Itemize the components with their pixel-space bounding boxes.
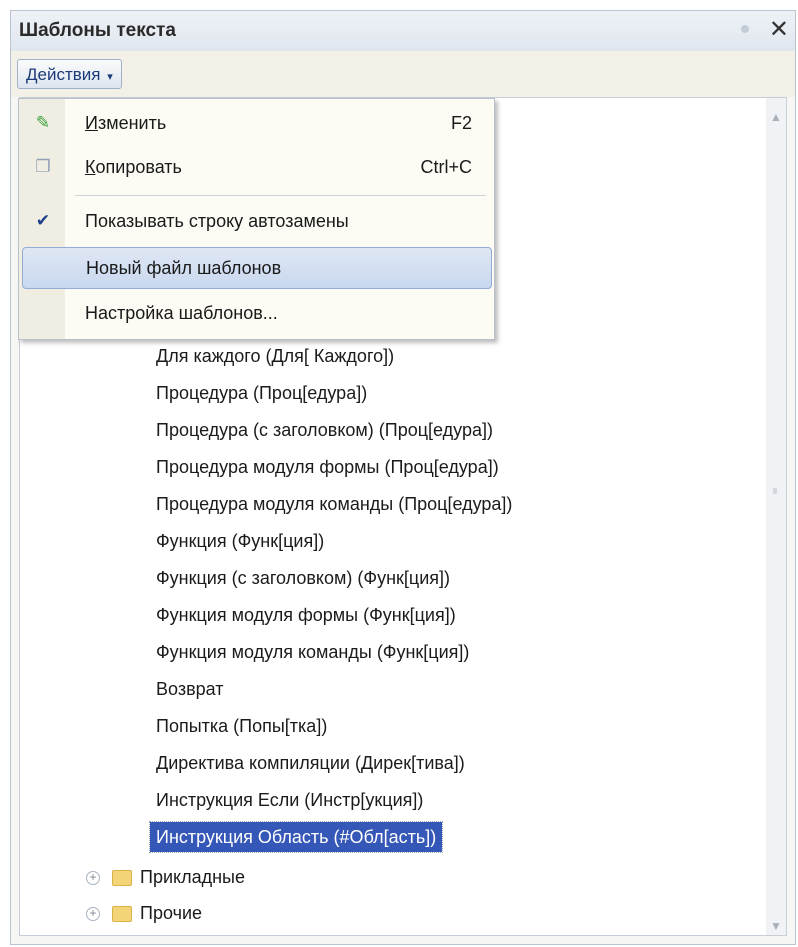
menu-shortcut: F2	[450, 113, 472, 133]
chevron-down-icon: ▾	[107, 71, 113, 83]
vertical-scrollbar[interactable]: ▲ ▼	[766, 97, 787, 936]
folder-icon	[112, 870, 132, 887]
menu-item-copy[interactable]: ❐ Копировать Ctrl+C	[19, 147, 494, 187]
menu-item-show-autoreplace[interactable]: ✔ Показывать строку автозамены	[19, 201, 494, 241]
menu-label: Настройка шаблонов...	[85, 303, 278, 323]
tree-item[interactable]: Процедура модуля команды (Проц[едура])	[156, 489, 512, 519]
folder-label: Прочие	[140, 903, 203, 923]
tree-item[interactable]: Для каждого (Для[ Каждого])	[156, 341, 394, 371]
pencil-icon: ✎	[35, 113, 51, 132]
folder-label: Прикладные	[140, 867, 245, 887]
tree-item[interactable]: Директива компиляции (Дирек[тива])	[156, 748, 465, 778]
folder-icon	[112, 906, 132, 923]
tree-item[interactable]: Попытка (Попы[тка])	[156, 711, 327, 741]
actions-button-label: Действия	[26, 65, 101, 84]
tree-item[interactable]: Процедура (Проц[едура])	[156, 378, 367, 408]
expand-icon[interactable]: +	[86, 871, 100, 886]
tree-item[interactable]: Функция (Функ[ция])	[156, 526, 324, 556]
copy-icon: ❐	[35, 157, 51, 176]
menu-separator	[75, 195, 486, 196]
menu-label: опировать	[95, 157, 182, 177]
close-icon[interactable]: ✕	[769, 15, 789, 44]
checkmark-icon: ✔	[35, 211, 51, 230]
panel-title: Шаблоны текста	[19, 20, 176, 41]
menu-label-accel: И	[85, 113, 98, 133]
pin-icon[interactable]	[741, 25, 749, 33]
folder-prochie[interactable]: + Прочие	[86, 898, 202, 928]
tree-item[interactable]: Процедура (с заголовком) (Проц[едура])	[156, 415, 493, 445]
scroll-down-icon[interactable]: ▼	[770, 919, 782, 933]
menu-label: Показывать строку автозамены	[85, 211, 349, 231]
tree-item[interactable]: Инструкция Если (Инстр[укция])	[156, 785, 423, 815]
menu-item-template-settings[interactable]: Настройка шаблонов...	[19, 293, 494, 333]
tree-item[interactable]: Функция (с заголовком) (Функ[ция])	[156, 563, 450, 593]
actions-menu: ✎ Изменить F2 ❐ Копировать Ctrl+C ✔ Пока…	[18, 98, 495, 340]
actions-button[interactable]: Действия ▾	[17, 59, 122, 89]
tree-item[interactable]: Возврат	[156, 674, 224, 704]
tree-item[interactable]: Функция модуля команды (Функ[ция])	[156, 637, 469, 667]
menu-shortcut: Ctrl+C	[420, 157, 472, 177]
menu-item-edit[interactable]: ✎ Изменить F2	[19, 103, 494, 143]
tree-item[interactable]: Функция модуля формы (Функ[ция])	[156, 600, 456, 630]
menu-label: зменить	[97, 113, 167, 133]
tree-item-selected[interactable]: Инструкция Область (#Обл[асть])	[148, 821, 444, 853]
menu-item-new-template-file[interactable]: Новый файл шаблонов	[22, 247, 492, 289]
actions-toolbar: Действия ▾	[11, 51, 795, 97]
expand-icon[interactable]: +	[86, 907, 100, 922]
menu-label-accel: К	[85, 157, 96, 177]
scroll-up-icon[interactable]: ▲	[770, 110, 782, 124]
menu-label: Новый файл шаблонов	[86, 258, 282, 278]
title-bar: Шаблоны текста ✕	[11, 11, 795, 52]
scroll-grip[interactable]	[773, 488, 777, 494]
tree-item[interactable]: Процедура модуля формы (Проц[едура])	[156, 452, 499, 482]
folder-prikladnye[interactable]: + Прикладные	[86, 862, 245, 892]
